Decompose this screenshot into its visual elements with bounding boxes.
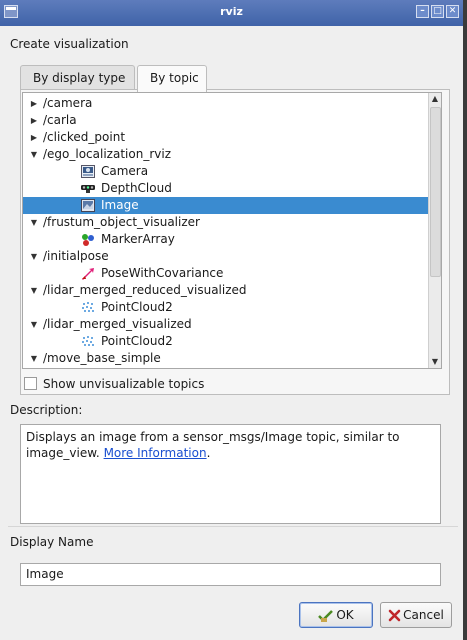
collapsed-arrow-icon[interactable]: ▶ [29,129,39,146]
ok-check-icon [318,609,334,622]
expanded-arrow-icon[interactable]: ▼ [29,214,39,231]
show-unvisualizable-label[interactable]: Show unvisualizable topics [43,377,204,392]
ok-label: OK [336,608,354,622]
tree-row[interactable]: PointCloud2 [23,333,433,350]
minimize-button[interactable]: – [416,5,429,18]
tree-row[interactable]: ▼ /frustum_object_visualizer [23,214,433,231]
point-cloud-icon [81,301,95,314]
expanded-arrow-icon[interactable]: ▼ [29,146,39,163]
description-text: Displays an image from a sensor_msgs/Ima… [26,430,400,460]
expanded-arrow-icon[interactable]: ▼ [29,282,39,299]
create-visualization-dialog: rviz – □ ✕ Create visualization By displ… [0,0,467,640]
expanded-arrow-icon[interactable]: ▼ [29,248,39,265]
display-name-label: Display Name [10,535,94,549]
ok-button[interactable]: OK [299,602,373,628]
create-visualization-label: Create visualization [10,37,129,51]
tree-row-label: /lidar_merged_reduced_visualized [43,283,247,297]
camera-display-icon [81,165,95,178]
tree-row[interactable]: ▼ /lidar_merged_reduced_visualized [23,282,433,299]
tree-row[interactable]: DepthCloud [23,180,433,197]
tab-by-display-type[interactable]: By display type [20,65,135,90]
marker-array-icon [81,233,95,246]
expanded-arrow-icon[interactable]: ▼ [29,350,39,367]
scroll-up-icon[interactable]: ▲ [429,93,441,105]
tree-row-label: PointCloud2 [101,334,173,348]
depth-sensor-icon [81,182,95,195]
expanded-arrow-icon[interactable]: ▼ [29,316,39,333]
tree-row-label: /goal [61,367,91,368]
tree-row-label: /camera [43,96,93,110]
tree-row[interactable]: PoseWithCovariance [23,265,433,282]
pose-arrow-icon [81,267,95,280]
topic-tree[interactable]: ▼ /goal ▼ /move_base_simple PointCloud2 ▼ /lid… [22,92,442,369]
expanded-arrow-icon[interactable]: ▼ [47,367,57,368]
cancel-label: Cancel [403,608,444,622]
tree-row-label: Image [101,198,139,212]
point-cloud-icon [81,335,95,348]
collapsed-arrow-icon[interactable]: ▶ [29,112,39,129]
tree-row-label: /carla [43,113,77,127]
cancel-button[interactable]: Cancel [380,602,452,628]
tree-row-label: PointCloud2 [101,300,173,314]
show-unvisualizable-checkbox[interactable] [24,377,37,390]
close-button[interactable]: ✕ [446,5,459,18]
collapsed-arrow-icon[interactable]: ▶ [29,95,39,112]
tree-row-label: /lidar_merged_visualized [43,317,192,331]
tab-by-topic[interactable]: By topic [137,65,207,92]
scroll-down-icon[interactable]: ▼ [429,356,441,368]
tree-row[interactable]: MarkerArray [23,231,433,248]
tree-row[interactable]: ▼ /lidar_merged_visualized [23,316,433,333]
description-end: . [206,446,211,460]
scrollbar-thumb[interactable] [430,107,441,277]
tree-row[interactable]: Camera [23,163,433,180]
more-information-link[interactable]: More Information [104,446,207,460]
tree-row[interactable]: ▼ /goal [23,367,433,368]
description-label: Description: [10,403,83,417]
cancel-x-icon [388,609,401,622]
tree-row[interactable]: ▶ /carla [23,112,433,129]
tree-row-label: /clicked_point [43,130,126,144]
tree-row-label: DepthCloud [101,181,172,195]
tree-row-label: /initialpose [43,249,109,263]
tree-row[interactable]: ▼ /move_base_simple [23,350,433,367]
description-box: Displays an image from a sensor_msgs/Ima… [20,424,441,524]
tree-row[interactable]: ▶ /clicked_point [23,129,433,146]
tree-row-label: PoseWithCovariance [101,266,224,280]
tree-row-label: /frustum_object_visualizer [43,215,200,229]
display-name-input[interactable]: Image [20,563,441,586]
tree-row[interactable]: ▼ /initialpose [23,248,433,265]
tree-row-label: Camera [101,164,149,178]
window-title: rviz [220,5,243,18]
maximize-button[interactable]: □ [431,5,444,18]
tree-row-label: MarkerArray [101,232,175,246]
tree-row-label: /ego_localization_rviz [43,147,171,161]
tree-row[interactable]: PointCloud2 [23,299,433,316]
title-bar[interactable]: rviz – □ ✕ [0,0,463,26]
separator [8,526,458,527]
image-display-icon [81,199,95,212]
tree-row[interactable]: ▶ /camera [23,95,433,112]
tree-row-label: /move_base_simple [43,351,161,365]
tree-scrollbar[interactable]: ▲ ▼ [428,93,441,368]
tree-row[interactable]: ▼ /ego_localization_rviz [23,146,433,163]
tree-row[interactable]: Image [23,197,433,214]
